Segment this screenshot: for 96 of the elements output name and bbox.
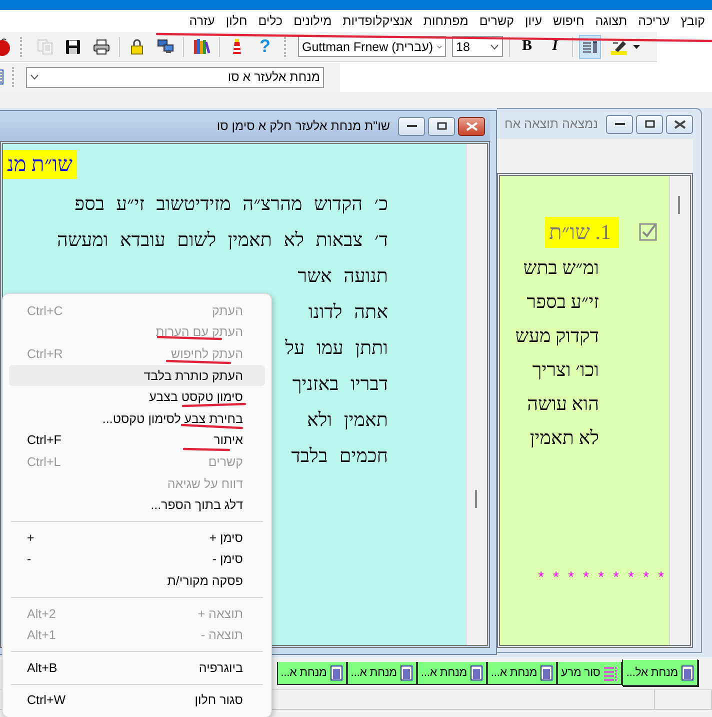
menu-item[interactable]: העתק כותרת בלבד: [9, 364, 265, 386]
window-title: שו"ת מנחת אלעזר חלק א סימן סו: [216, 119, 390, 133]
window-title: נמצאה תוצאה אח: [504, 117, 598, 131]
text-line: זי״ע בספר: [526, 292, 599, 314]
restore-button[interactable]: [636, 114, 663, 134]
menu-item[interactable]: אנציקלופדיות: [342, 14, 412, 28]
text-line: תנועה אשר: [298, 266, 388, 288]
shortcut-text: Ctrl+R: [27, 346, 63, 361]
tab[interactable]: מנחת א...: [276, 662, 347, 685]
caret-icon: [490, 44, 499, 50]
text-line: דקדוק מעש: [515, 326, 599, 348]
annotation-stroke: [182, 448, 230, 452]
tab[interactable]: מנחת א...: [486, 662, 558, 685]
text-line: ותתן עמו על: [285, 338, 388, 360]
menu-item[interactable]: תצוגה: [595, 14, 628, 28]
menu-item[interactable]: קשרים: [479, 14, 514, 28]
shortcut-text: Alt+2: [27, 606, 56, 621]
close-button[interactable]: [666, 114, 693, 134]
shortcut-text: Ctrl+W: [27, 693, 66, 708]
font-dropdown[interactable]: Guttman Frnew (עברית): [298, 36, 446, 57]
paragraph-direction-button[interactable]: [579, 34, 601, 58]
annotation-stroke: [180, 424, 244, 430]
document-icon: [470, 665, 483, 681]
caret-icon: [437, 44, 442, 50]
text-line: תאמין ולא: [307, 410, 388, 432]
bold-button[interactable]: B: [516, 34, 538, 58]
padlock-icon: [130, 38, 144, 54]
tab[interactable]: מנחת אל...: [622, 659, 698, 686]
menu-item[interactable]: סימן + +: [9, 526, 265, 549]
restore-button[interactable]: [428, 116, 455, 136]
shortcut-text: -: [27, 552, 32, 566]
shortcut-text: Ctrl+C: [27, 304, 63, 318]
shortcut-text: +: [27, 530, 34, 545]
restore-icon: [644, 120, 654, 128]
text-line: אתה לדונו: [308, 302, 388, 324]
tab[interactable]: מנחת א...: [346, 662, 417, 685]
printer-icon: [93, 38, 110, 54]
menu-item[interactable]: פסקה מקורי/ת: [9, 570, 265, 592]
book-dropdown[interactable]: מנחת אלעזר א סו: [26, 66, 324, 88]
tab[interactable]: מנחת א...: [416, 662, 487, 685]
menu-item[interactable]: עיון: [524, 14, 542, 28]
document-icon: [400, 665, 413, 681]
heading-text: שו״ת מנ: [3, 150, 77, 179]
text-line: לא תאמין: [530, 428, 599, 450]
text-line: דבריו באזניך: [292, 374, 388, 396]
minimize-icon: [406, 124, 416, 128]
shortcut-text: Alt+B: [27, 660, 58, 675]
menu-item[interactable]: מילונים: [294, 14, 332, 28]
close-button[interactable]: [458, 116, 485, 136]
close-icon: [674, 120, 686, 128]
annotation-stroke: [182, 402, 246, 408]
menu-item[interactable]: קובץ: [680, 14, 705, 28]
menu-item[interactable]: מפתחות: [423, 14, 468, 28]
highlighter-icon: [610, 38, 630, 54]
list-icon: [603, 664, 618, 682]
books-icon: [193, 38, 210, 55]
menu-item[interactable]: סימן - -: [9, 548, 265, 570]
italic-button[interactable]: I: [544, 34, 566, 58]
paragraph-icon: [582, 40, 598, 54]
text-line: ומ״ש בתש: [523, 258, 599, 280]
menu-item[interactable]: עזרה: [189, 14, 215, 28]
document-icon: [540, 665, 554, 681]
menu-item[interactable]: סימון טקסט בצבע: [9, 386, 265, 408]
caret-icon: [30, 74, 39, 80]
minimize-icon: [614, 122, 624, 126]
scrollbar-thumb[interactable]: [475, 490, 477, 508]
text-line: ד׳ צבאות לא תאמין לשום עובדא ומעשה: [57, 230, 388, 252]
minimize-button[interactable]: [398, 116, 425, 136]
caret-icon: [633, 44, 640, 48]
restore-icon: [436, 122, 446, 130]
tab[interactable]: סור מרע: [557, 662, 622, 685]
text-line: וכו׳ וצריך: [532, 360, 599, 382]
text-line: הוא עושה: [527, 394, 599, 416]
copy-icon: [37, 38, 53, 54]
menu-item[interactable]: חלון: [226, 14, 248, 28]
text-line: כ׳ הקדוש מהרצ״ה מזידיטשוב זי״ע בספ: [74, 194, 388, 216]
shortcut-text: Alt+1: [27, 628, 56, 642]
checkbox[interactable]: [639, 223, 657, 241]
menu-item[interactable]: חיפוש: [553, 14, 584, 28]
shortcut-text: Ctrl+F: [27, 433, 62, 448]
menu-item[interactable]: כלים: [258, 14, 283, 28]
annotation-stroke: [166, 360, 232, 364]
scrollbar-thumb[interactable]: [678, 196, 680, 214]
menu-item[interactable]: בחירת צבע לסימון טקסט...: [9, 408, 265, 430]
lighthouse-icon: [230, 38, 244, 55]
shortcut-text: Ctrl+L: [27, 454, 61, 469]
result-heading: 1. שו״ת: [544, 216, 619, 248]
text-line: חכמים בלבד: [291, 446, 388, 468]
monitors-icon: [157, 39, 174, 54]
document-icon: [330, 665, 343, 681]
minimize-button[interactable]: [606, 114, 633, 134]
menu-item[interactable]: עריכה: [638, 14, 670, 28]
menu-item[interactable]: דלג בתוך הספר...: [9, 494, 265, 516]
document-icon: [681, 664, 694, 680]
asterisk-divider: * * * * * * * * *: [538, 569, 666, 586]
close-icon: [466, 122, 478, 130]
